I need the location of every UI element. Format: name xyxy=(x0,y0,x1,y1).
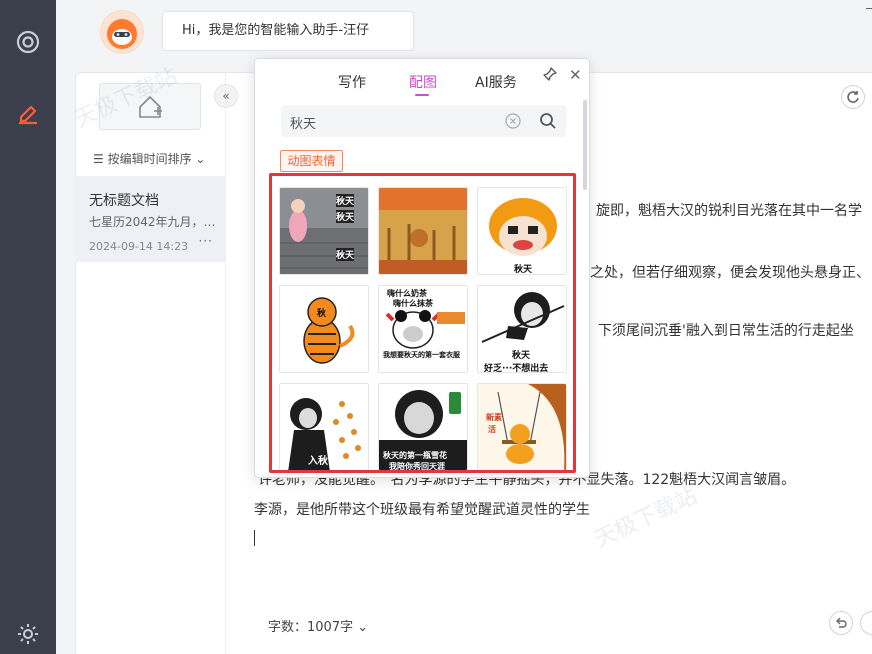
category-tag[interactable]: 动图表情 xyxy=(280,150,343,172)
sticker-item[interactable]: 秋天 秋天 秋天 xyxy=(279,187,369,275)
sticker-caption: 入秋了 xyxy=(308,456,338,467)
sticker-item[interactable]: 秋天的第一瓶雪花 我陪你秀回天涯 xyxy=(378,383,468,471)
sort-dropdown[interactable]: ☰ 按编辑时间排序 ⌄ xyxy=(93,150,205,167)
sort-label: 按编辑时间排序 xyxy=(107,152,192,166)
search-input[interactable]: 秋天 xyxy=(290,113,316,132)
sticker-item[interactable]: 入秋了 xyxy=(279,383,369,470)
sticker-caption: 我陪你秀回天涯 xyxy=(389,462,445,471)
sticker-caption: 秋 xyxy=(317,309,327,319)
undo-button[interactable] xyxy=(829,611,853,635)
editor-line-5[interactable]: 李源，是他所带这个班级最有希望觉醒武道灵性的学生 xyxy=(254,499,590,519)
document-list: ☰ 按编辑时间排序 ⌄ 无标题文档 七星历2042年九月，… 2024-09-1… xyxy=(75,72,226,654)
editor-line-3[interactable]: 下须尾间沉垂'融入到日常生活的行走起坐 xyxy=(598,320,854,340)
sticker-search[interactable] xyxy=(281,105,566,137)
undo-icon xyxy=(836,617,847,628)
sticker-item[interactable]: 嗨什么奶茶 嗨什么抹茶 我想要秋天的第一套衣服 xyxy=(378,285,468,373)
sticker-caption: 秋天 xyxy=(336,248,355,261)
settings-icon[interactable] xyxy=(12,618,44,650)
list-item[interactable]: 无标题文档 七星历2042年九月，… 2024-09-14 14:23 ··· xyxy=(75,176,225,262)
sticker-caption: 新素 xyxy=(486,413,502,422)
close-icon[interactable]: ✕ xyxy=(569,66,582,84)
sticker-caption: 秋天的第一瓶雪花 xyxy=(383,451,447,460)
editor-line-1[interactable]: 旋即，魁梧大汉的锐利目光落在其中一名学 xyxy=(596,200,862,220)
more-options-button[interactable]: ··· xyxy=(199,234,213,248)
sort-icon: ☰ xyxy=(93,152,108,166)
text-cursor xyxy=(254,530,255,546)
refresh-button[interactable] xyxy=(841,85,865,109)
editor-line-2[interactable]: 之处，但若仔细观察，便会发现他头悬身正、 xyxy=(590,262,870,282)
clear-icon[interactable] xyxy=(505,113,521,133)
tab-image[interactable]: 配图 xyxy=(409,72,437,92)
word-count[interactable]: 字数：1007字 ⌄ xyxy=(268,616,368,635)
sticker-caption: 好乏···不想出去 xyxy=(484,364,549,373)
sticker-caption: 秋天 xyxy=(336,194,355,207)
doc-snippet: 七星历2042年九月，… xyxy=(89,215,216,229)
sticker-caption: 活 xyxy=(488,425,496,434)
assistant-greeting: Hi，我是您的智能输入助手-汪仔 xyxy=(162,11,414,51)
search-icon[interactable] xyxy=(539,112,557,134)
sticker-caption: 秋天 xyxy=(336,210,355,223)
scrollbar[interactable] xyxy=(583,100,587,190)
chevron-down-icon: ⌄ xyxy=(191,152,206,166)
sticker-caption: 秋天 xyxy=(514,265,533,275)
minimize-icon[interactable] xyxy=(866,8,872,9)
tab-ai-service[interactable]: AI服务 xyxy=(475,72,517,92)
sticker-item[interactable] xyxy=(378,187,468,275)
pin-icon[interactable] xyxy=(542,66,558,86)
sticker-item[interactable]: 秋天 xyxy=(477,187,567,275)
sticker-item[interactable]: 秋天 好乏···不想出去 xyxy=(477,285,567,373)
sticker-grid: 秋天 秋天 秋天 秋天 秋 嗨什么奶茶 嗨什么抹茶 我想要秋天的第一套衣服 秋天… xyxy=(269,173,576,473)
sticker-item[interactable]: 新素 活 xyxy=(477,383,567,470)
write-icon[interactable] xyxy=(12,96,44,128)
assistant-avatar[interactable] xyxy=(100,10,144,54)
doc-title: 无标题文档 xyxy=(89,193,159,209)
sticker-caption: 嗨什么抹茶 xyxy=(393,299,433,308)
sticker-caption: 秋天 xyxy=(512,351,531,361)
collapse-sidebar-button[interactable]: « xyxy=(214,84,238,108)
refresh-icon xyxy=(847,91,859,103)
sticker-item[interactable]: 秋 xyxy=(279,285,369,373)
active-tab-indicator xyxy=(415,94,429,96)
tab-write[interactable]: 写作 xyxy=(338,72,366,92)
chevron-down-icon: ⌄ xyxy=(353,620,369,635)
sticker-caption: 我想要秋天的第一套衣服 xyxy=(383,351,460,359)
target-icon[interactable] xyxy=(12,26,44,58)
word-count-label: 字数：1007字 xyxy=(268,620,354,635)
side-rail xyxy=(0,0,56,654)
